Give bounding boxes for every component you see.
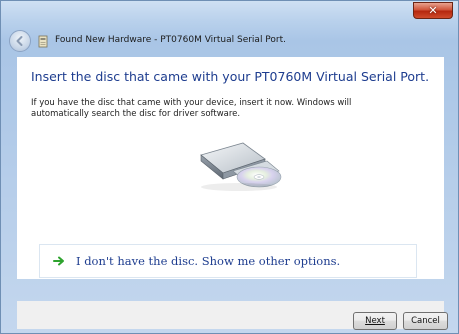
cancel-button[interactable]: Cancel <box>403 312 448 330</box>
back-arrow-icon <box>16 36 23 46</box>
green-arrow-icon <box>52 254 66 268</box>
page-heading: Insert the disc that came with your PT07… <box>31 69 430 84</box>
next-button-label: Next <box>365 316 385 326</box>
next-button[interactable]: Next <box>353 312 397 330</box>
cancel-button-label: Cancel <box>411 316 440 326</box>
wizard-window: ✕ Found New Hardware - PT0760M Virtual S… <box>0 0 459 334</box>
close-button[interactable]: ✕ <box>413 2 453 19</box>
disc-drive-icon <box>200 142 282 191</box>
window-title: Found New Hardware - PT0760M Virtual Ser… <box>55 35 287 45</box>
instructions-text: If you have the disc that came with your… <box>31 98 352 119</box>
hardware-wizard-icon <box>38 35 48 48</box>
back-button[interactable] <box>9 30 31 52</box>
no-disc-option-label: I don't have the disc. Show me other opt… <box>76 254 341 268</box>
close-icon: ✕ <box>428 4 438 17</box>
no-disc-option-link[interactable]: I don't have the disc. Show me other opt… <box>39 244 417 278</box>
title-bar[interactable]: ✕ Found New Hardware - PT0760M Virtual S… <box>1 1 458 52</box>
